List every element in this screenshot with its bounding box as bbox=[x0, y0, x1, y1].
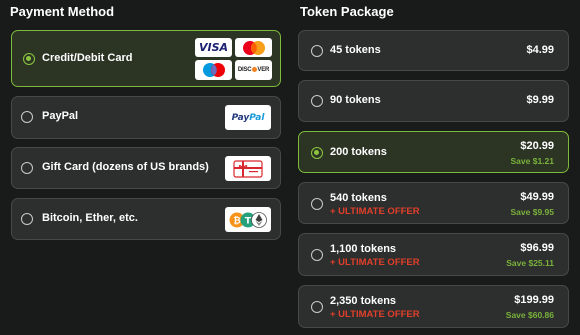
token-option-200[interactable]: 200 tokens $20.99 Save $1.21 bbox=[298, 131, 569, 173]
payment-option-label: Credit/Debit Card bbox=[42, 52, 133, 64]
visa-logo: VISA bbox=[195, 38, 232, 57]
gift-card-icon bbox=[225, 156, 271, 181]
token-option-label: 540 tokens bbox=[330, 192, 387, 204]
radio-icon[interactable] bbox=[311, 249, 323, 261]
token-option-45[interactable]: 45 tokens $4.99 bbox=[298, 30, 569, 71]
payment-option-gift-card[interactable]: Gift Card (dozens of US brands) bbox=[11, 147, 281, 189]
radio-icon[interactable] bbox=[21, 213, 33, 225]
mastercard-logo bbox=[235, 38, 272, 57]
discover-logo: DISC VER bbox=[235, 60, 272, 80]
token-savings: Save $9.95 bbox=[510, 207, 554, 217]
token-package-title: Token Package bbox=[300, 4, 394, 19]
token-price: $49.99 bbox=[520, 191, 554, 203]
token-option-1100[interactable]: 1,100 tokens + ULTIMATE OFFER $96.99 Sav… bbox=[298, 233, 569, 276]
token-savings: Save $60.86 bbox=[505, 310, 554, 320]
token-savings: Save $25.11 bbox=[506, 258, 554, 268]
token-price: $20.99 bbox=[520, 140, 554, 152]
ultimate-offer-tag: + ULTIMATE OFFER bbox=[330, 309, 420, 320]
token-savings: Save $1.21 bbox=[510, 156, 554, 166]
token-price: $96.99 bbox=[520, 242, 554, 254]
payment-option-label: Gift Card (dozens of US brands) bbox=[42, 161, 209, 173]
radio-icon[interactable] bbox=[21, 111, 33, 123]
svg-text:T: T bbox=[245, 216, 252, 226]
ultimate-offer-tag: + ULTIMATE OFFER bbox=[330, 257, 420, 268]
token-option-label: 45 tokens bbox=[330, 44, 381, 56]
ultimate-offer-tag: + ULTIMATE OFFER bbox=[330, 206, 420, 217]
token-option-label: 200 tokens bbox=[330, 146, 387, 158]
payment-option-label: Bitcoin, Ether, etc. bbox=[42, 212, 138, 224]
radio-selected-icon[interactable] bbox=[23, 53, 35, 65]
radio-selected-icon[interactable] bbox=[311, 147, 323, 159]
payment-option-paypal[interactable]: PayPal PayPal bbox=[11, 96, 281, 139]
token-price: $9.99 bbox=[526, 94, 554, 106]
radio-icon[interactable] bbox=[21, 162, 33, 174]
paypal-logo: PayPal bbox=[225, 105, 271, 130]
token-option-90[interactable]: 90 tokens $9.99 bbox=[298, 80, 569, 122]
checkout-panel: Payment Method Token Package Credit/Debi… bbox=[0, 0, 580, 335]
crypto-coins-icon: ₿ T bbox=[225, 207, 271, 232]
payment-option-card[interactable]: Credit/Debit Card VISA DISC VER bbox=[11, 30, 281, 87]
radio-icon[interactable] bbox=[311, 95, 323, 107]
token-option-label: 2,350 tokens bbox=[330, 295, 397, 307]
token-option-label: 90 tokens bbox=[330, 94, 381, 106]
token-option-label: 1,100 tokens bbox=[330, 243, 397, 255]
radio-icon[interactable] bbox=[311, 301, 323, 313]
svg-text:₿: ₿ bbox=[233, 215, 240, 226]
payment-method-title: Payment Method bbox=[10, 4, 115, 19]
radio-icon[interactable] bbox=[311, 198, 323, 210]
radio-icon[interactable] bbox=[311, 45, 323, 57]
payment-option-label: PayPal bbox=[42, 110, 79, 122]
token-price: $199.99 bbox=[514, 294, 554, 306]
token-option-2350[interactable]: 2,350 tokens + ULTIMATE OFFER $199.99 Sa… bbox=[298, 285, 569, 328]
maestro-logo bbox=[195, 60, 232, 80]
payment-option-crypto[interactable]: Bitcoin, Ether, etc. ₿ T bbox=[11, 198, 281, 240]
token-option-540[interactable]: 540 tokens + ULTIMATE OFFER $49.99 Save … bbox=[298, 182, 569, 224]
token-price: $4.99 bbox=[526, 44, 554, 56]
